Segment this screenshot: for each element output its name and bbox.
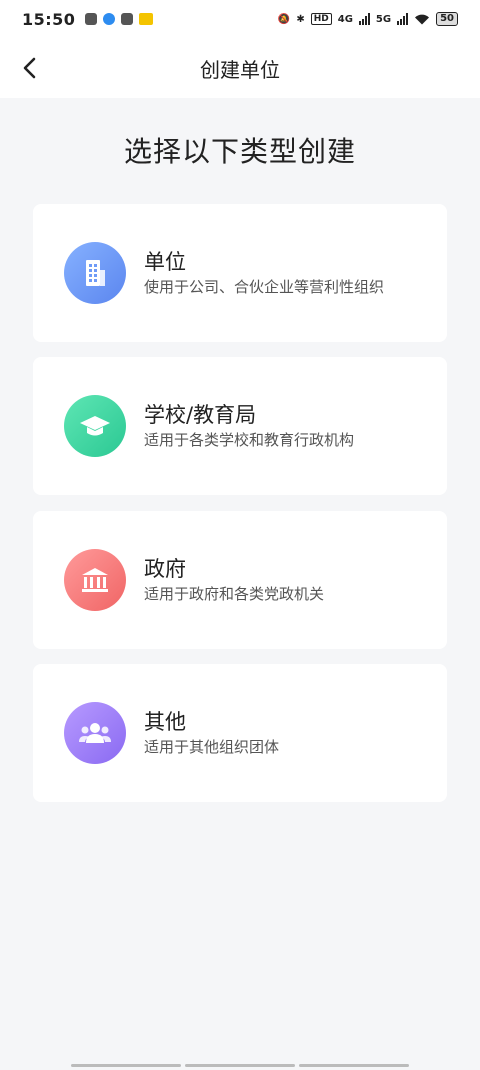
wifi-icon [415, 14, 430, 25]
option-card-company[interactable]: 单位 使用于公司、合伙企业等营利性组织 [33, 204, 447, 342]
gesture-segment [299, 1064, 409, 1067]
app-header: 创建单位 [0, 38, 480, 98]
hd-badge: HD [310, 13, 332, 25]
browser-notification-icon [103, 13, 116, 25]
back-button[interactable] [14, 52, 46, 84]
option-title: 政府 [144, 557, 186, 581]
option-description: 适用于政府和各类党政机关 [144, 585, 325, 603]
status-bar: 15:50 🔕 ✱ HD 4G 5G 50 [0, 0, 480, 38]
app-notification-icon [85, 13, 98, 25]
option-title: 学校/教育局 [144, 403, 257, 427]
option-description: 适用于其他组织团体 [144, 738, 280, 756]
option-title: 单位 [144, 250, 186, 274]
gesture-segment [185, 1064, 295, 1067]
option-text: 其他 适用于其他组织团体 [144, 708, 279, 758]
option-text: 单位 使用于公司、合伙企业等营利性组织 [144, 248, 384, 298]
option-card-school[interactable]: 学校/教育局 适用于各类学校和教育行政机构 [33, 357, 447, 495]
network-4g-label: 4G [337, 13, 353, 25]
status-time: 15:50 [22, 9, 76, 29]
page-title: 创建单位 [200, 57, 280, 82]
meituan-notification-icon [139, 13, 154, 25]
battery-indicator: 50 [436, 12, 458, 26]
video-notification-icon [121, 13, 134, 25]
government-building-icon [64, 549, 126, 611]
network-5g-label: 5G [375, 13, 392, 25]
selection-prompt: 选择以下类型创建 [123, 135, 356, 168]
building-icon [64, 242, 126, 304]
status-indicators: 🔕 ✱ HD 4G 5G 50 [278, 12, 458, 26]
option-description: 使用于公司、合伙企业等营利性组织 [144, 278, 385, 296]
option-description: 适用于各类学校和教育行政机构 [144, 431, 355, 449]
graduation-cap-icon [64, 395, 126, 457]
notification-icons [85, 13, 154, 25]
signal-5g-icon [397, 13, 409, 25]
option-title: 其他 [144, 710, 186, 734]
option-card-government[interactable]: 政府 适用于政府和各类党政机关 [33, 511, 447, 649]
bluetooth-icon: ✱ [296, 13, 305, 25]
signal-4g-icon [358, 13, 370, 25]
option-card-other[interactable]: 其他 适用于其他组织团体 [33, 664, 447, 802]
option-text: 政府 适用于政府和各类党政机关 [144, 555, 324, 605]
gesture-bar [0, 1064, 480, 1068]
gesture-segment [71, 1064, 181, 1067]
chevron-left-icon [23, 57, 36, 79]
mute-icon: 🔕 [277, 13, 291, 25]
option-text: 学校/教育局 适用于各类学校和教育行政机构 [144, 401, 354, 451]
group-icon [64, 702, 126, 764]
